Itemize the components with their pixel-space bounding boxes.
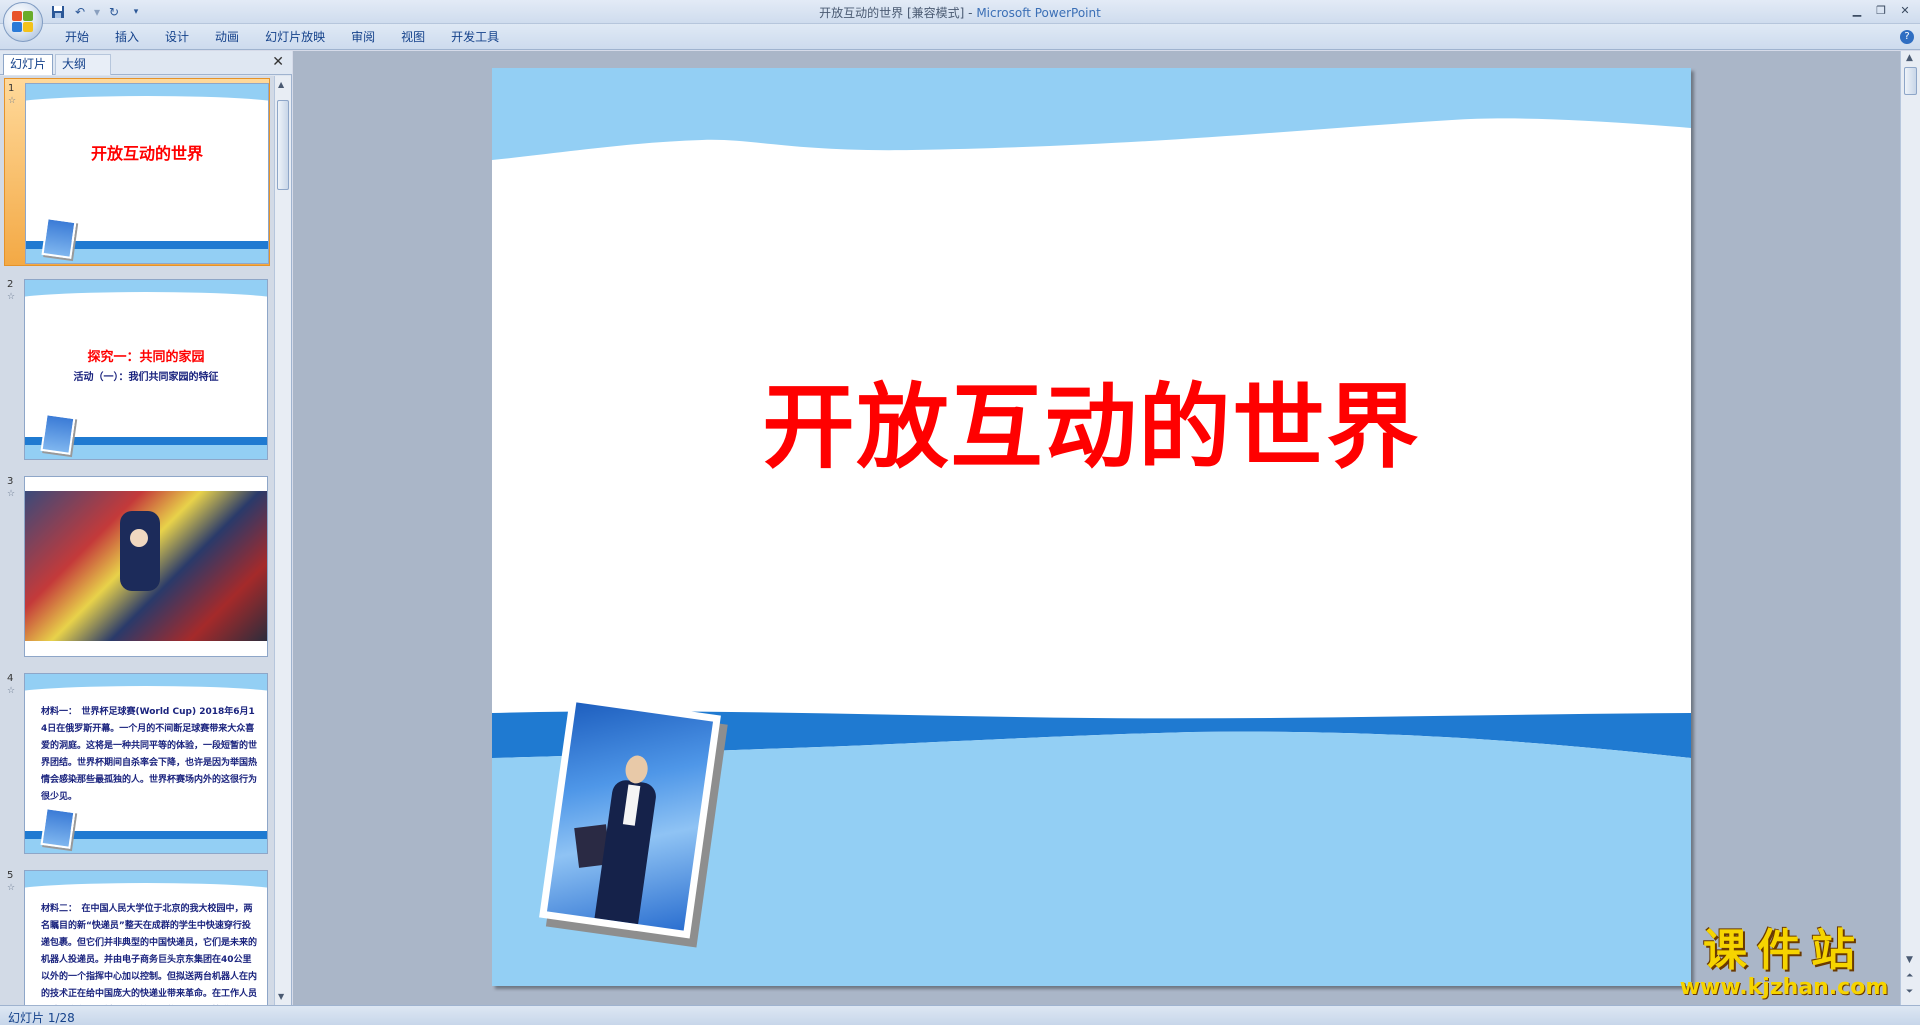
ribbon-tab[interactable]: 设计 [152, 28, 202, 46]
slide-number: 1 [8, 83, 15, 94]
ribbon-tab[interactable]: 动画 [202, 28, 252, 46]
help-icon[interactable]: ? [1900, 30, 1914, 44]
status-bar: 幻灯片 1/28 [0, 1005, 1920, 1025]
transition-star-icon: ☆ [8, 96, 17, 106]
ribbon-tab[interactable]: 幻灯片放映 [252, 28, 338, 46]
thumbnail-frame: 材料一： 世界杯足球赛(World Cup) 2018年6月14日在俄罗斯开幕。… [24, 673, 268, 854]
window-controls: ▁ ❐ ✕ [1846, 2, 1916, 18]
slide-thumbnail-1[interactable]: 1 ☆ 开放互动的世界 [4, 78, 270, 266]
crowd-photo [25, 491, 267, 641]
watermark-logo: 课件站 www.kjzhan.com [1666, 926, 1902, 1004]
thumbnail-title: 开放互动的世界 [90, 144, 203, 163]
slide-photo[interactable] [539, 694, 721, 939]
document-title: 开放互动的世界 [兼容模式] [819, 6, 965, 20]
close-icon[interactable]: ✕ [1894, 2, 1916, 18]
slide-thumbnail-5[interactable]: 5 ☆ 材料二： 在中国人民大学位于北京的我大校园中，两名瞩目的新“快递员”整天… [4, 866, 270, 1005]
app-name: Microsoft PowerPoint [976, 6, 1101, 20]
thumbnail-body-text: 材料二： 在中国人民大学位于北京的我大校园中，两名瞩目的新“快递员”整天在成群的… [41, 904, 257, 999]
thumbnail-list: 1 ☆ 开放互动的世界 2 ☆ 探究一：共同的家园 活动（一）：我们共同家园的特… [0, 76, 274, 1005]
window-title: 开放互动的世界 [兼容模式] - Microsoft PowerPoint [0, 4, 1920, 21]
slide-number: 3 [7, 476, 14, 487]
tab-slides[interactable]: 幻灯片 [3, 54, 53, 75]
ribbon-tab[interactable]: 视图 [388, 28, 438, 46]
person-figure [120, 511, 160, 591]
thumbnail-body-text: 材料一： 世界杯足球赛(World Cup) 2018年6月14日在俄罗斯开幕。… [41, 707, 257, 802]
wave-top [26, 84, 268, 116]
thumbnail-frame [24, 476, 268, 657]
previous-slide-icon[interactable]: ⏶ [1906, 971, 1913, 981]
next-slide-icon[interactable]: ⏷ [1906, 987, 1913, 997]
watermark-url: www.kjzhan.com [1679, 975, 1889, 1000]
wave-top [25, 871, 267, 903]
office-button[interactable] [3, 2, 43, 42]
tab-outline[interactable]: 大纲 [55, 54, 111, 75]
slide-number: 5 [7, 870, 14, 881]
slide-thumbnail-3[interactable]: 3 ☆ [4, 472, 270, 660]
thumbnail-photo [41, 217, 77, 259]
photo-content [546, 702, 714, 931]
title-separator: - [964, 6, 977, 20]
slide-indicator: 幻灯片 1/28 [8, 1011, 75, 1025]
slide-title[interactable]: 开放互动的世界 [492, 353, 1691, 486]
thumbnail-photo [40, 807, 76, 849]
thumbnail-photo [40, 413, 76, 455]
thumbnail-frame: 材料二： 在中国人民大学位于北京的我大校园中，两名瞩目的新“快递员”整天在成群的… [24, 870, 268, 1005]
thumbnail-frame: 探究一：共同的家园 活动（一）：我们共同家园的特征 [24, 279, 268, 460]
ribbon-tab-list: 开始 插入 设计 动画 幻灯片放映 审阅 视图 开发工具 [52, 28, 512, 46]
slide-thumbnail-2[interactable]: 2 ☆ 探究一：共同的家园 活动（一）：我们共同家园的特征 [4, 275, 270, 463]
transition-star-icon: ☆ [7, 489, 16, 499]
thumbnail-frame: 开放互动的世界 [25, 83, 269, 264]
watermark-name: 课件站 [1703, 925, 1865, 976]
ribbon-tab[interactable]: 开发工具 [438, 28, 512, 46]
slide-number: 4 [7, 673, 14, 684]
scroll-down-icon[interactable]: ▼ [278, 992, 284, 1001]
scroll-up-icon[interactable]: ▲ [1906, 53, 1913, 63]
slide-number: 2 [7, 279, 14, 290]
restore-icon[interactable]: ❐ [1870, 2, 1892, 18]
scroll-down-icon[interactable]: ▼ [1906, 955, 1913, 965]
close-panel-icon[interactable]: ✕ [272, 54, 284, 70]
scrollbar-thumb[interactable] [1904, 67, 1917, 95]
thumbnail-scrollbar[interactable]: ▲ ▼ [274, 76, 291, 1005]
transition-star-icon: ☆ [7, 292, 16, 302]
transition-star-icon: ☆ [7, 686, 16, 696]
panel-tabs: 幻灯片 大纲 ✕ [0, 51, 292, 75]
scrollbar-thumb[interactable] [277, 100, 289, 190]
minimize-icon[interactable]: ▁ [1846, 2, 1868, 18]
wave-top [25, 280, 267, 312]
slide-thumbnail-4[interactable]: 4 ☆ 材料一： 世界杯足球赛(World Cup) 2018年6月14日在俄罗… [4, 669, 270, 857]
thumbnail-title: 探究一：共同的家园 [87, 350, 205, 365]
ribbon-tabs: 开始 插入 设计 动画 幻灯片放映 审阅 视图 开发工具 ? [0, 24, 1920, 50]
wave-top [25, 674, 267, 706]
title-bar: ↶ ▾ ↻ ▾ 开放互动的世界 [兼容模式] - Microsoft Power… [0, 0, 1920, 42]
slides-panel: 幻灯片 大纲 ✕ 1 ☆ 开放互动的世界 2 ☆ 探究一：共同的家园 活动（一）… [0, 51, 292, 1005]
ribbon-tab[interactable]: 插入 [102, 28, 152, 46]
editor-scrollbar[interactable]: ▲ ▼ ⏶ ⏷ [1900, 51, 1920, 1005]
current-slide[interactable]: 开放互动的世界 [492, 68, 1691, 986]
office-logo-icon [12, 11, 34, 33]
slide-canvas-bg: 开放互动的世界 [293, 51, 1900, 1005]
scroll-up-icon[interactable]: ▲ [278, 80, 284, 89]
ribbon-tab[interactable]: 开始 [52, 28, 102, 46]
thumbnail-subtitle: 活动（一）：我们共同家园的特征 [73, 372, 219, 383]
slide-editor: 开放互动的世界 [293, 51, 1900, 1005]
ribbon-tab[interactable]: 审阅 [338, 28, 388, 46]
transition-star-icon: ☆ [7, 883, 16, 893]
person-head [130, 529, 148, 547]
